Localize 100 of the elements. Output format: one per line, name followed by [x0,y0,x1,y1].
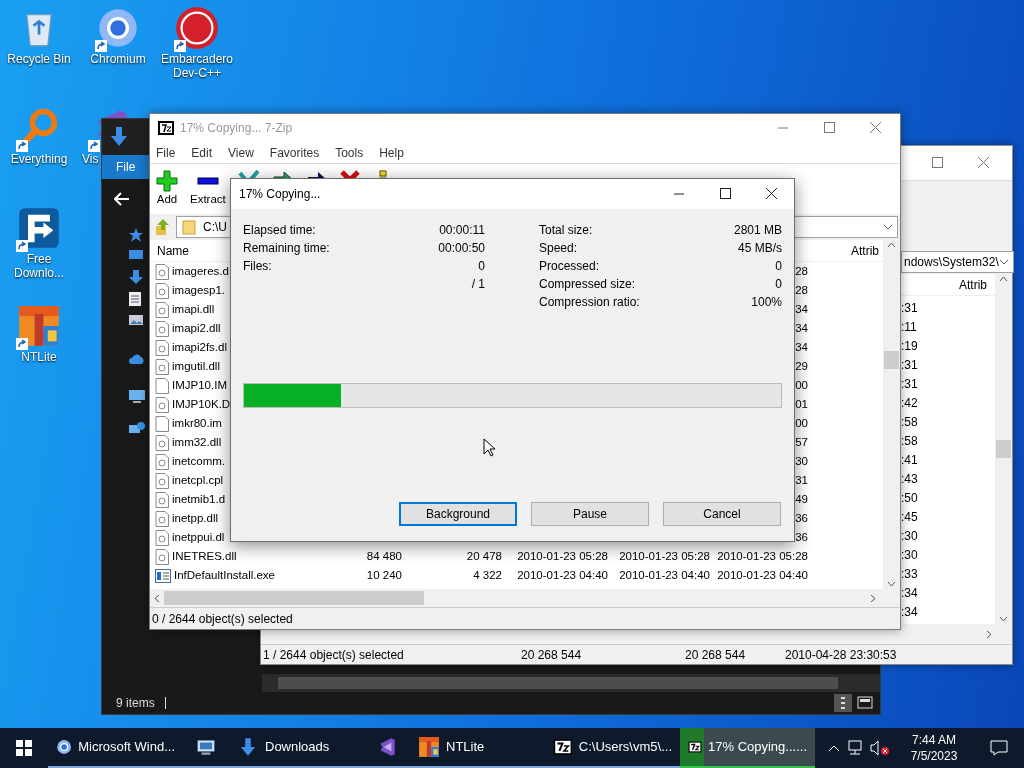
file-name[interactable]: IMJP10.IM [172,376,227,395]
table-cell: 28 [795,264,808,277]
check-icon [237,170,260,179]
clock-time[interactable]: 7:44 AM [912,732,956,748]
file-icon [155,377,169,394]
dialog-button[interactable]: Background [399,502,517,526]
column-header[interactable]: Attrib [959,275,987,294]
dialog-button[interactable]: Pause [531,502,649,526]
menu-item[interactable]: View [228,143,254,162]
gear-file-icon [155,434,169,451]
table-cell-text: :58 [901,413,918,431]
dialog-button[interactable]: Cancel [663,502,781,526]
scroll-down-icon[interactable] [887,581,896,587]
details-view-icon[interactable] [834,694,852,712]
horizontal-scrollbar[interactable] [262,674,880,692]
column-header[interactable]: Name [150,241,189,260]
table-cell-text: :42 [901,394,918,412]
scroll-up-icon[interactable] [999,276,1008,282]
file-name[interactable]: inetppui.dl [172,528,225,547]
scrollbar-thumb[interactable] [996,440,1011,458]
cross-icon [339,170,360,178]
stat-label: Remaining time: [243,240,330,257]
scrollbar-thumb[interactable] [884,350,899,369]
table-cell: 31 [795,473,808,486]
dropdown-caret-icon[interactable] [998,259,1009,265]
item-count: 9 items [116,695,155,712]
back-arrow-icon[interactable] [114,192,130,206]
scrollbar-thumb[interactable] [164,591,424,605]
file-name[interactable]: inetcomm. [172,452,226,471]
scroll-up-icon[interactable] [887,242,896,248]
stat-value: 100% [751,294,782,311]
file-name[interactable]: imm32.dll [172,433,222,452]
menu-item[interactable]: Favorites [269,143,320,162]
gear-file-icon [155,263,169,280]
scrollbar-thumb[interactable] [278,677,838,689]
taskbar-button[interactable]: 17% Copying...... [680,728,815,768]
table-cell: 84 480 [366,549,402,562]
file-name[interactable]: inetcpl.cpl [172,471,224,490]
cursor-icon [483,438,495,457]
menu-item[interactable]: File [156,143,176,162]
stat-label: Elapsed time: [243,222,316,239]
gear-file-icon [155,529,169,546]
file-name[interactable]: InfDefaultInstall.exe [174,566,275,585]
stat-value: 0 [775,258,782,275]
path-field[interactable]: ndows\System32\ [901,251,1014,273]
horizontal-scrollbar[interactable] [150,589,900,607]
taskbar-button[interactable]: NTLite [410,728,545,768]
file-name[interactable]: imapi.dll [172,300,215,319]
menu-item[interactable]: Tools [335,143,364,162]
dialog-title: 17% Copying... [239,186,321,203]
table-cell-text: :11 [901,318,917,336]
table-cell: 2010-01-23 04:40 [517,568,608,581]
scroll-left-icon[interactable] [154,593,160,603]
file-name[interactable]: inetpp.dll [172,509,219,528]
taskbar-button[interactable]: Microsoft Wind... [48,728,183,768]
cloud-icon[interactable] [128,353,146,365]
logo-circle-icon [175,6,219,50]
clock-date[interactable]: 7/5/2023 [910,748,958,764]
menu-item[interactable]: Edit [191,143,213,162]
toolbar-button[interactable]: Add [156,170,178,206]
taskbar-button[interactable]: Downloads [229,728,364,768]
dropdown-caret-icon[interactable] [883,224,893,230]
muted-speaker-icon[interactable] [870,740,890,756]
vertical-scrollbar[interactable] [883,240,900,589]
menu-item[interactable]: Help [379,143,404,162]
file-tab[interactable]: File [102,155,150,179]
tiles-view-icon[interactable] [856,694,874,712]
folder-icon [181,219,197,235]
table-cell: 2010-01-23 04:40 [619,568,710,581]
file-name[interactable]: imkr80.im [172,414,222,433]
file-name[interactable]: IMJP10K.D [172,395,231,414]
plus-icon [156,170,178,192]
table-cell-text: :34 [901,584,918,602]
notification-icon[interactable] [990,740,1008,756]
file-name[interactable]: imapi2.dll [172,319,221,338]
scroll-right-icon[interactable] [870,593,876,603]
file-name[interactable]: inetmib1.d [172,490,226,509]
status-size: 20 268 544 [520,646,583,664]
vertical-scrollbar[interactable] [995,274,1012,624]
column-header[interactable]: Attrib [851,241,883,260]
toolbar-button[interactable]: Extract [190,170,226,206]
download-arrow-icon[interactable] [128,269,144,285]
star-icon[interactable] [128,227,144,243]
file-name[interactable]: imapi2fs.dl [172,338,227,357]
chevron-up-icon[interactable] [828,744,840,752]
scroll-right-icon[interactable] [986,629,992,639]
scroll-down-icon[interactable] [999,616,1008,622]
gear-file-icon [155,472,169,489]
file-icon [155,415,169,432]
image-icon[interactable] [128,313,144,327]
file-name[interactable]: imgutil.dll [172,357,220,376]
file-name[interactable]: imagesp1. [172,281,226,300]
stat-value: / 1 [471,276,485,293]
table-cell: 4 322 [473,568,502,581]
table-cell: 00 [795,416,808,429]
computer-icon[interactable] [128,389,146,405]
document-icon[interactable] [128,291,142,307]
file-name[interactable]: INETRES.dll [172,547,237,566]
file-name[interactable]: imageres.d [172,262,229,281]
network-icon[interactable] [846,740,864,756]
